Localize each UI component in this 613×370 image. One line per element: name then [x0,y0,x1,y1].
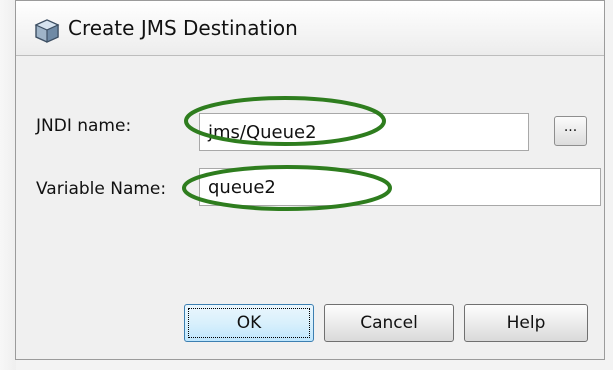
variable-name-label: Variable Name: [36,179,167,199]
help-button[interactable]: Help [464,304,588,342]
dialog-title: Create JMS Destination [68,16,298,40]
cancel-button[interactable]: Cancel [324,304,454,342]
help-button-label: Help [506,313,546,333]
screenshot: Create JMS Destination JNDI name: jms/Qu… [0,0,613,370]
jndi-name-label: JNDI name: [36,116,132,136]
dialog-content: JNDI name: jms/Queue2 ... Variable Name:… [16,56,604,359]
ok-button[interactable]: OK [184,304,314,342]
dialog-window: Create JMS Destination JNDI name: jms/Qu… [15,0,605,360]
background-edge [0,0,16,370]
cancel-button-label: Cancel [360,313,418,333]
ok-button-label: OK [236,313,262,333]
jndi-name-input[interactable]: jms/Queue2 [199,113,529,151]
jms-cube-icon [34,19,60,43]
title-bar: Create JMS Destination [16,1,604,56]
browse-button[interactable]: ... [554,116,587,146]
variable-name-input[interactable]: queue2 [199,168,601,206]
